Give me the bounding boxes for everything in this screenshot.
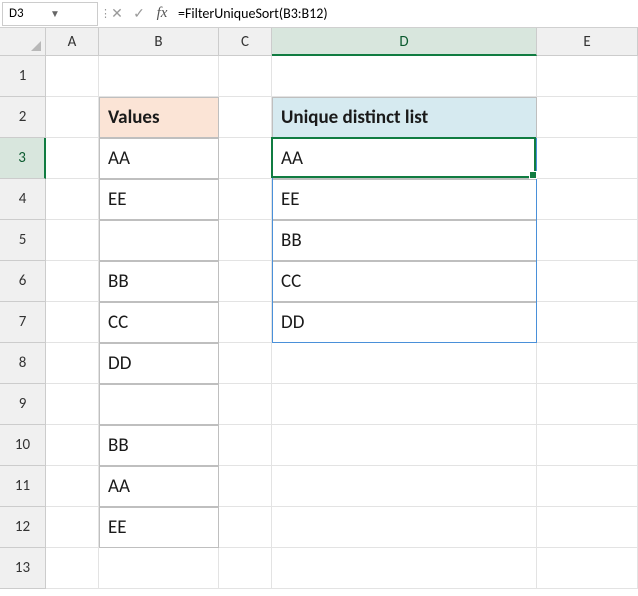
row-header-13[interactable]: 13 (0, 548, 46, 589)
cell-c7[interactable] (219, 302, 272, 343)
cell-d9[interactable] (272, 384, 537, 425)
unique-cell-6[interactable]: CC (272, 261, 537, 302)
name-box[interactable]: D3 ▼ (2, 2, 98, 26)
cell-c5[interactable] (219, 220, 272, 261)
formula-input[interactable] (174, 5, 638, 22)
cell-d12[interactable] (272, 507, 537, 548)
cell-b1[interactable] (99, 56, 219, 97)
cell-b13[interactable] (99, 548, 219, 589)
column-header-a[interactable]: A (46, 28, 99, 56)
cell-a2[interactable] (46, 97, 99, 138)
cell-e11[interactable] (537, 466, 638, 507)
formula-bar: D3 ▼ ⋮ ✕ ✓ fx (0, 0, 638, 28)
values-cell-11[interactable]: AA (99, 466, 219, 507)
cell-c3[interactable] (219, 138, 272, 179)
cell-e1[interactable] (537, 56, 638, 97)
name-box-value: D3 (9, 6, 50, 21)
fx-icon[interactable]: fx (150, 5, 174, 22)
row-header-8[interactable]: 8 (0, 343, 46, 384)
values-cell-9[interactable] (99, 384, 219, 425)
row-header-11[interactable]: 11 (0, 466, 46, 507)
cell-a3[interactable] (46, 138, 99, 179)
row-header-4[interactable]: 4 (0, 179, 46, 220)
select-all-corner[interactable] (0, 28, 46, 56)
row-header-9[interactable]: 9 (0, 384, 46, 425)
cell-c1[interactable] (219, 56, 272, 97)
values-cell-7[interactable]: CC (99, 302, 219, 343)
cell-c12[interactable] (219, 507, 272, 548)
chevron-down-icon[interactable]: ▼ (50, 7, 91, 20)
cell-d8[interactable] (272, 343, 537, 384)
cell-a7[interactable] (46, 302, 99, 343)
values-cell-10[interactable]: BB (99, 425, 219, 466)
row-header-3[interactable]: 3 (0, 138, 46, 179)
cell-a10[interactable] (46, 425, 99, 466)
cell-d11[interactable] (272, 466, 537, 507)
column-header-d[interactable]: D (272, 28, 537, 56)
cell-d10[interactable] (272, 425, 537, 466)
row-header-5[interactable]: 5 (0, 220, 46, 261)
values-cell-5[interactable] (99, 220, 219, 261)
cell-e8[interactable] (537, 343, 638, 384)
cell-a8[interactable] (46, 343, 99, 384)
cell-a13[interactable] (46, 548, 99, 589)
column-headers: ABCDE (46, 28, 638, 56)
row-header-7[interactable]: 7 (0, 302, 46, 343)
cell-c4[interactable] (219, 179, 272, 220)
cell-e7[interactable] (537, 302, 638, 343)
cell-e6[interactable] (537, 261, 638, 302)
column-header-e[interactable]: E (537, 28, 638, 56)
row-header-2[interactable]: 2 (0, 97, 46, 138)
unique-cell-4[interactable]: EE (272, 179, 537, 220)
unique-cell-7[interactable]: DD (272, 302, 537, 343)
confirm-icon[interactable]: ✓ (128, 5, 150, 22)
cell-e5[interactable] (537, 220, 638, 261)
cell-c9[interactable] (219, 384, 272, 425)
cell-e13[interactable] (537, 548, 638, 589)
values-cell-4[interactable]: EE (99, 179, 219, 220)
cell-d1[interactable] (272, 56, 537, 97)
values-cell-8[interactable]: DD (99, 343, 219, 384)
cell-c6[interactable] (219, 261, 272, 302)
cell-e12[interactable] (537, 507, 638, 548)
row-header-12[interactable]: 12 (0, 507, 46, 548)
cell-c13[interactable] (219, 548, 272, 589)
row-header-1[interactable]: 1 (0, 56, 46, 97)
cell-c10[interactable] (219, 425, 272, 466)
cell-c8[interactable] (219, 343, 272, 384)
values-cell-6[interactable]: BB (99, 261, 219, 302)
row-headers: 12345678910111213 (0, 56, 46, 589)
values-cell-3[interactable]: AA (99, 138, 219, 179)
row-header-6[interactable]: 6 (0, 261, 46, 302)
cell-c2[interactable] (219, 97, 272, 138)
cancel-icon[interactable]: ✕ (106, 5, 128, 22)
unique-cell-5[interactable]: BB (272, 220, 537, 261)
column-header-c[interactable]: C (219, 28, 272, 56)
cell-e4[interactable] (537, 179, 638, 220)
unique-cell-3[interactable]: AA (272, 138, 537, 179)
cell-a1[interactable] (46, 56, 99, 97)
cell-a11[interactable] (46, 466, 99, 507)
cell-c11[interactable] (219, 466, 272, 507)
cell-a9[interactable] (46, 384, 99, 425)
header-unique[interactable]: Unique distinct list (272, 97, 537, 138)
cell-a4[interactable] (46, 179, 99, 220)
cell-e2[interactable] (537, 97, 638, 138)
cell-e3[interactable] (537, 138, 638, 179)
cell-a12[interactable] (46, 507, 99, 548)
column-header-b[interactable]: B (99, 28, 219, 56)
header-values[interactable]: Values (99, 97, 219, 138)
row-header-10[interactable]: 10 (0, 425, 46, 466)
cell-e9[interactable] (537, 384, 638, 425)
cell-a6[interactable] (46, 261, 99, 302)
cell-d13[interactable] (272, 548, 537, 589)
cell-e10[interactable] (537, 425, 638, 466)
values-cell-12[interactable]: EE (99, 507, 219, 548)
cell-a5[interactable] (46, 220, 99, 261)
